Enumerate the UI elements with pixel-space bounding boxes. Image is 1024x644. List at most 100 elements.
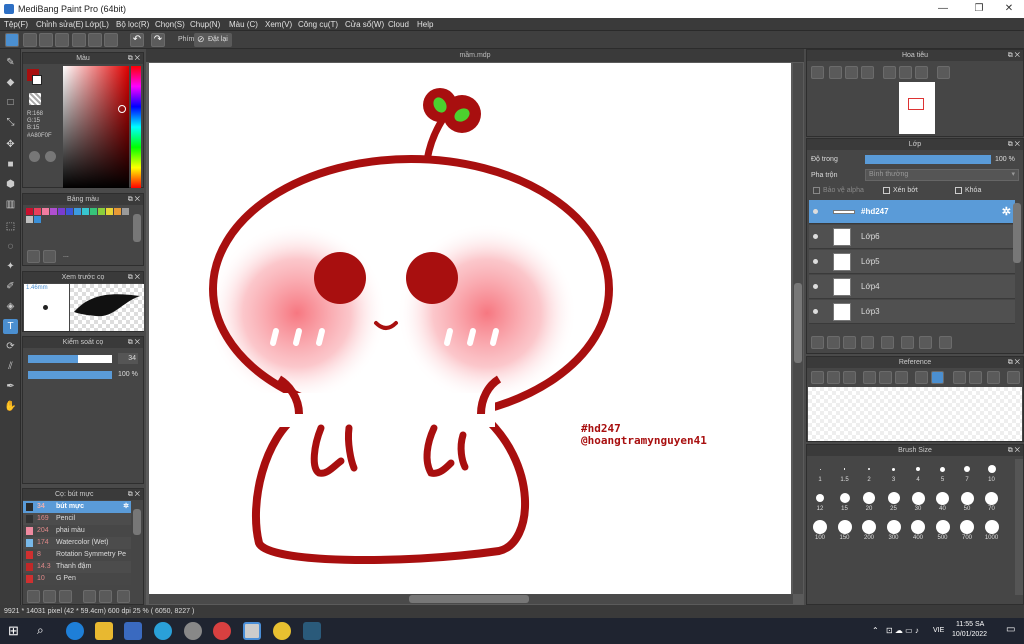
store-icon[interactable] — [124, 622, 142, 640]
horizontal-scroll-thumb[interactable] — [409, 595, 529, 603]
brush-size-option[interactable]: 7 — [956, 461, 978, 489]
eyedropper-icon[interactable] — [915, 371, 928, 384]
maximize-button[interactable]: ❐ — [964, 2, 994, 16]
gradient-tool-icon[interactable]: ▥ — [3, 197, 18, 212]
add-palette-icon[interactable] — [27, 250, 40, 263]
palette-swatch[interactable] — [26, 216, 33, 223]
gear-icon[interactable]: ✲ — [1002, 200, 1011, 224]
lasso-tool-icon[interactable]: ◌ — [3, 239, 18, 254]
panel-close-icon[interactable]: ⧉ ✕ — [1008, 357, 1020, 368]
panel-close-icon[interactable]: ⧉ ✕ — [128, 53, 140, 64]
brush-size-option[interactable]: 700 — [956, 519, 978, 547]
new-file-icon[interactable] — [23, 33, 37, 47]
open-file-icon[interactable] — [39, 33, 53, 47]
brush-size-option[interactable]: 2 — [858, 461, 880, 489]
rotate-left-icon[interactable] — [953, 371, 966, 384]
merge-layer-icon[interactable] — [919, 336, 932, 349]
panel-close-icon[interactable]: ⧉ ✕ — [1008, 139, 1020, 150]
brush-list-item[interactable]: 10 G Pen — [23, 573, 131, 585]
fit-icon[interactable] — [845, 66, 858, 79]
lock-reference-icon[interactable] — [1007, 371, 1020, 384]
fit-view-icon[interactable] — [969, 371, 982, 384]
clock-time[interactable]: 11:55 SA — [956, 621, 984, 628]
palette-more[interactable]: ... — [63, 252, 69, 259]
layer-item[interactable]: #hd247 ✲ — [809, 200, 1015, 224]
brush-size-option[interactable]: 1 — [809, 461, 831, 489]
clip-checkbox[interactable] — [883, 187, 890, 194]
brush-size-option[interactable]: 400 — [907, 519, 929, 547]
eyedropper-tool-icon[interactable]: ✒ — [3, 379, 18, 394]
rotate-left-icon[interactable] — [899, 66, 912, 79]
saturation-value-square[interactable] — [63, 66, 129, 188]
panel-close-icon[interactable]: ⧉ ✕ — [1008, 50, 1020, 61]
edge-icon[interactable] — [66, 622, 84, 640]
brush-size-option[interactable]: 100 — [809, 519, 831, 547]
reference-canvas[interactable] — [808, 387, 1022, 441]
rotate-right-icon[interactable] — [987, 371, 1000, 384]
add-brush-icon[interactable] — [43, 590, 56, 603]
undo-icon[interactable]: ↶ — [130, 33, 144, 47]
palette-scrollbar[interactable] — [133, 214, 141, 242]
menu-filter[interactable]: Bộ lọc(R) — [116, 20, 149, 29]
palette-swatch[interactable] — [90, 208, 97, 215]
brush-settings-icon[interactable] — [27, 590, 40, 603]
app3-icon[interactable] — [303, 622, 321, 640]
app2-icon[interactable] — [273, 622, 291, 640]
brush-size-option[interactable]: 10 — [981, 461, 1003, 489]
windows-start-icon[interactable]: ⊞ — [8, 623, 19, 639]
brush-size-option[interactable]: 70 — [981, 490, 1003, 518]
palette-swatch[interactable] — [34, 216, 41, 223]
panel-grid-icon[interactable] — [104, 33, 118, 47]
brush-size-option[interactable]: 4 — [907, 461, 929, 489]
brush-size-value[interactable]: 34 — [118, 353, 138, 364]
palette-swatch[interactable] — [74, 208, 81, 215]
palette-swatch[interactable] — [114, 208, 121, 215]
select-pen-icon[interactable]: ✐ — [3, 279, 18, 294]
layer-list-scrollbar[interactable] — [1013, 203, 1021, 263]
tray-icons[interactable]: ⊡ ☁ ▭ ♪ — [886, 626, 919, 635]
canvas[interactable]: #hd247 @hoangtramynguyen41 — [149, 63, 791, 594]
menu-cloud[interactable]: Cloud — [388, 20, 409, 29]
cloud-icon[interactable] — [5, 33, 19, 47]
layer-folder-icon[interactable] — [881, 336, 894, 349]
fill-line-tool-icon[interactable]: ⤡ — [3, 115, 18, 130]
minimize-button[interactable]: — — [928, 2, 958, 16]
brush-list-item[interactable]: 8 Rotation Symmetry Pe — [23, 549, 131, 561]
app-icon[interactable] — [184, 622, 202, 640]
brush-list-item[interactable]: 34 bút mực ✲ — [23, 501, 131, 513]
panel-close-icon[interactable]: ⧉ ✕ — [128, 489, 140, 500]
brush-size-option[interactable]: 15 — [834, 490, 856, 518]
brush-size-option[interactable]: 12 — [809, 490, 831, 518]
navigator-thumbnail[interactable] — [899, 82, 935, 134]
browser-icon[interactable] — [154, 622, 172, 640]
brush-size-scrollbar[interactable] — [1015, 459, 1023, 595]
duplicate-layer-icon[interactable] — [901, 336, 914, 349]
layer-menu-icon[interactable] — [861, 336, 874, 349]
brush-list-scrollbar[interactable] — [133, 509, 141, 535]
delete-layer-icon[interactable] — [939, 336, 952, 349]
color-wheel-icon[interactable] — [29, 151, 40, 162]
layer-opacity-slider[interactable] — [865, 155, 991, 164]
eye-icon[interactable] — [813, 284, 818, 289]
actual-size-icon[interactable] — [861, 66, 874, 79]
eye-icon[interactable] — [813, 259, 818, 264]
grid-icon[interactable] — [88, 33, 102, 47]
palette-swatch[interactable] — [50, 208, 57, 215]
new-layer-icon[interactable] — [811, 336, 824, 349]
shape-tool-icon[interactable]: ■ — [3, 157, 18, 172]
panel-close-icon[interactable]: ⧉ ✕ — [128, 337, 140, 348]
brush-size-option[interactable]: 30 — [907, 490, 929, 518]
menu-tools[interactable]: Công cụ(T) — [298, 20, 338, 29]
new-halftone-layer-icon[interactable] — [827, 336, 840, 349]
rotate-right-icon[interactable] — [915, 66, 928, 79]
eye-icon[interactable] — [813, 234, 818, 239]
canvas-vertical-scrollbar[interactable] — [793, 63, 803, 594]
palette-swatch[interactable] — [34, 208, 41, 215]
palette-swatch[interactable] — [42, 208, 49, 215]
zoom-in-icon[interactable] — [863, 371, 876, 384]
menu-window[interactable]: Cửa sổ(W) — [345, 20, 384, 29]
operation-tool-icon[interactable]: ⟳ — [3, 339, 18, 354]
delete-brush-icon[interactable] — [117, 590, 130, 603]
hand-icon[interactable] — [931, 371, 944, 384]
layer-item[interactable]: Lớp3 — [809, 300, 1015, 324]
